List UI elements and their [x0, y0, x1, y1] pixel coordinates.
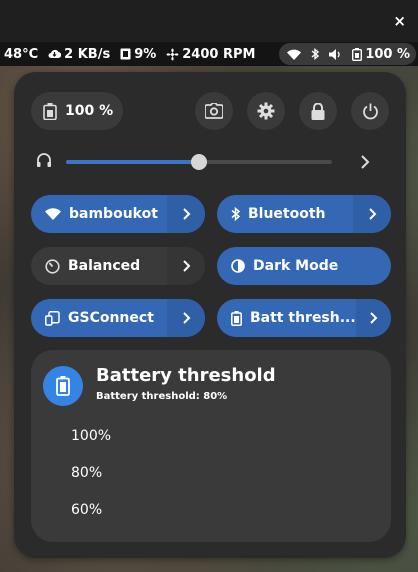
wifi-icon [287, 49, 302, 60]
battery-threshold-menu: Battery threshold Battery threshold: 80%… [31, 350, 391, 542]
lock-button[interactable] [299, 92, 337, 130]
threshold-option-60[interactable]: 60% [71, 502, 102, 518]
bluetooth-label: Bluetooth [248, 206, 326, 222]
gsconnect-menu-button[interactable] [167, 299, 205, 337]
power-icon [362, 103, 379, 120]
memory-value: 9% [134, 46, 157, 62]
fan-indicator[interactable]: 2400 RPM [166, 47, 255, 62]
chevron-right-icon [182, 207, 191, 221]
chevron-right-icon [369, 311, 378, 325]
lock-icon [311, 102, 325, 120]
power-profile-toggle[interactable]: Balanced [31, 247, 205, 285]
battery-button[interactable]: 100 % [31, 92, 123, 130]
chevron-right-icon[interactable] [360, 154, 370, 170]
battery-threshold-title: Battery threshold [96, 365, 276, 386]
wifi-menu-button[interactable] [167, 195, 205, 233]
gsconnect-label: GSConnect [68, 310, 154, 326]
gear-icon [257, 102, 275, 120]
wifi-icon [45, 208, 61, 220]
wifi-toggle[interactable]: bamboukot [31, 195, 205, 233]
gsconnect-toggle-main[interactable]: GSConnect [31, 299, 167, 337]
battery-icon [352, 47, 363, 61]
power-button[interactable] [351, 92, 389, 130]
cloud-icon [48, 49, 62, 59]
temperature-indicator[interactable]: 48°C [4, 47, 38, 62]
power-profile-icon [45, 258, 60, 274]
threshold-option-80[interactable]: 80% [71, 465, 102, 481]
dark-mode-toggle-main[interactable]: Dark Mode [217, 247, 391, 285]
memory-icon [120, 48, 131, 60]
fan-icon [166, 48, 179, 61]
dark-mode-icon [231, 259, 245, 273]
threshold-option-100[interactable]: 100% [71, 428, 111, 444]
power-profile-label: Balanced [68, 258, 141, 274]
battery-indicator: 100 % [352, 47, 410, 62]
wifi-toggle-main[interactable]: bamboukot [31, 195, 167, 233]
temperature-value: 48°C [4, 46, 39, 62]
bluetooth-toggle[interactable]: Bluetooth [217, 195, 391, 233]
chevron-right-icon [182, 311, 191, 325]
fan-value: 2400 RPM [182, 46, 256, 62]
battery-icon [43, 102, 57, 120]
bluetooth-menu-button[interactable] [353, 195, 391, 233]
quick-settings-panel: 100 % bamboukot Bluetooth Balanced Dark … [14, 72, 406, 558]
phone-icon [45, 310, 60, 326]
headphones-icon [36, 152, 52, 168]
bluetooth-icon [231, 207, 240, 221]
battery-threshold-label: Batt thresh... [250, 310, 356, 326]
dark-mode-label: Dark Mode [253, 258, 339, 274]
network-speed-indicator[interactable]: 2 KB/s [48, 47, 110, 62]
battery-value: 100 % [365, 46, 410, 62]
bluetooth-icon [311, 48, 320, 60]
volume-slider-handle[interactable] [191, 154, 207, 170]
battery-threshold-header-icon [43, 366, 83, 406]
memory-indicator[interactable]: 9% [120, 47, 156, 62]
wifi-network-name: bamboukot [69, 206, 158, 222]
camera-icon [205, 103, 223, 119]
power-profile-toggle-main[interactable]: Balanced [31, 247, 167, 285]
chevron-right-icon [182, 259, 191, 273]
network-speed-value: 2 KB/s [64, 46, 111, 62]
volume-slider-row [36, 150, 386, 174]
chevron-right-icon [368, 207, 377, 221]
volume-icon [329, 48, 342, 60]
gsconnect-toggle[interactable]: GSConnect [31, 299, 205, 337]
battery-threshold-subtitle: Battery threshold: 80% [96, 391, 228, 402]
system-tray[interactable]: 100 % [279, 43, 416, 65]
window-titlebar: × [0, 0, 418, 42]
battery-percentage: 100 % [65, 103, 114, 119]
battery-icon [231, 310, 242, 326]
battery-threshold-toggle-main[interactable]: Batt thresh... [217, 299, 356, 337]
top-bar: 48°C 2 KB/s 9% 2400 RPM 100 % [0, 42, 418, 66]
settings-button[interactable] [247, 92, 285, 130]
battery-threshold-toggle[interactable]: Batt thresh... [217, 299, 391, 337]
bluetooth-toggle-main[interactable]: Bluetooth [217, 195, 353, 233]
screenshot-button[interactable] [195, 92, 233, 130]
close-button[interactable]: × [393, 12, 406, 30]
power-profile-menu-button[interactable] [167, 247, 205, 285]
volume-slider-fill [66, 160, 199, 164]
battery-threshold-menu-button[interactable] [355, 299, 391, 337]
dark-mode-toggle[interactable]: Dark Mode [217, 247, 391, 285]
battery-icon [56, 376, 70, 396]
